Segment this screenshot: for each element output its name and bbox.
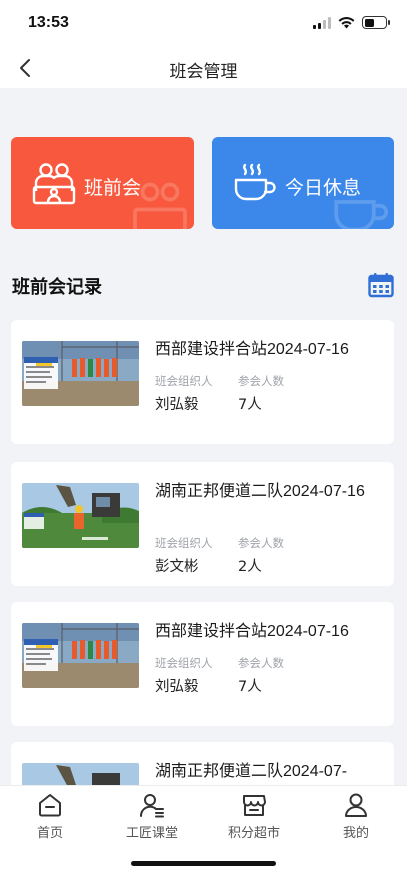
classroom-icon <box>139 794 164 818</box>
status-icons <box>313 16 390 29</box>
construction-site-photo <box>22 623 139 688</box>
pre-shift-meeting-button[interactable]: 班前会 <box>11 137 194 229</box>
home-indicator <box>131 861 276 866</box>
record-title: 湖南正邦便道二队2024-07- <box>155 763 348 780</box>
participants-count: 2人 <box>238 559 262 575</box>
people-group-icon <box>32 163 76 205</box>
organizer-label: 班会组织人 <box>155 536 213 550</box>
record-card[interactable]: 湖南正邦便道二队2024-07-16 班会组织人 参会人数 彭文彬 2人 <box>11 462 394 586</box>
record-title: 西部建设拌合站2024-07-16 <box>155 341 349 358</box>
participants-count: 7人 <box>238 679 262 695</box>
user-icon <box>345 793 367 817</box>
record-card[interactable]: 西部建设拌合站2024-07-16 班会组织人 参会人数 刘弘毅 7人 <box>11 320 394 444</box>
participants-label: 参会人数 <box>238 536 284 550</box>
excavator-worker-photo <box>22 483 139 548</box>
battery-icon <box>362 16 390 29</box>
tab-profile[interactable]: 我的 <box>311 792 401 841</box>
tab-home[interactable]: 首页 <box>5 792 95 841</box>
calendar-icon[interactable] <box>368 272 394 298</box>
organizer-name: 刘弘毅 <box>155 397 199 413</box>
tab-classroom[interactable]: 工匠课堂 <box>107 792 197 841</box>
rest-today-button[interactable]: 今日休息 <box>212 137 394 229</box>
record-card[interactable]: 西部建设拌合站2024-07-16 班会组织人 参会人数 刘弘毅 7人 <box>11 602 394 726</box>
tab-label: 工匠课堂 <box>125 826 178 841</box>
section-title: 班前会记录 <box>12 277 102 298</box>
tab-bar: 首页 工匠课堂 积分超市 我的 <box>0 785 407 883</box>
store-icon <box>243 795 266 816</box>
record-title: 西部建设拌合站2024-07-16 <box>155 623 349 640</box>
wifi-icon <box>338 17 355 29</box>
nav-bar: 班会管理 <box>0 48 407 88</box>
status-bar: 13:53 <box>0 0 407 48</box>
construction-site-photo <box>22 341 139 406</box>
organizer-label: 班会组织人 <box>155 374 213 388</box>
record-title: 湖南正邦便道二队2024-07-16 <box>155 483 365 500</box>
organizer-name: 刘弘毅 <box>155 679 199 695</box>
tab-label: 首页 <box>36 826 63 841</box>
people-watermark-icon <box>133 182 187 229</box>
participants-label: 参会人数 <box>238 656 284 670</box>
cup-watermark-icon <box>334 200 389 229</box>
home-icon <box>39 794 61 817</box>
coffee-cup-icon <box>234 163 276 201</box>
participants-label: 参会人数 <box>238 374 284 388</box>
organizer-label: 班会组织人 <box>155 656 213 670</box>
tab-label: 我的 <box>342 826 369 841</box>
page-title: 班会管理 <box>169 62 238 82</box>
status-time: 13:53 <box>28 14 69 31</box>
tab-store[interactable]: 积分超市 <box>209 792 299 841</box>
signal-icon <box>313 16 331 29</box>
organizer-name: 彭文彬 <box>155 559 199 575</box>
participants-count: 7人 <box>238 397 262 413</box>
tab-label: 积分超市 <box>227 826 280 841</box>
